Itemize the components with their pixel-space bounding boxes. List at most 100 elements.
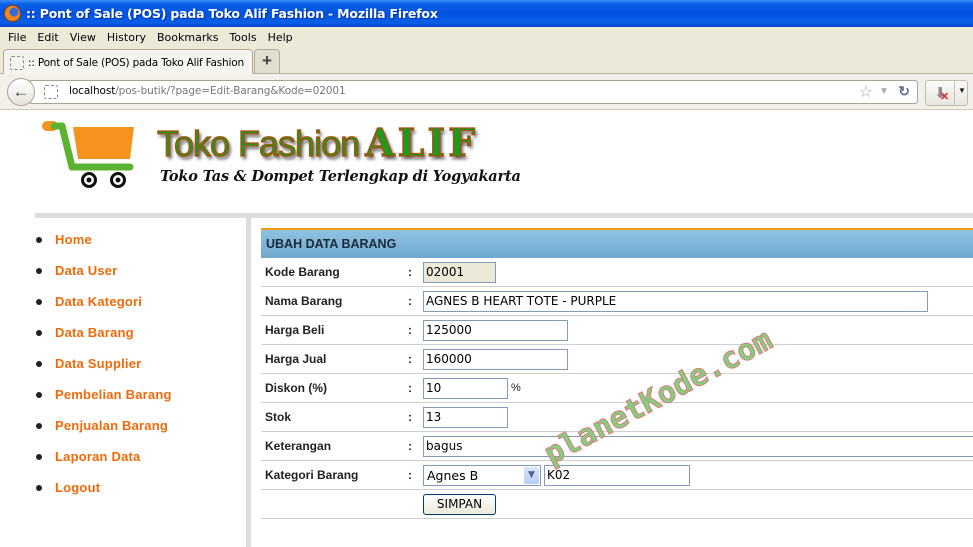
separator: : — [408, 265, 412, 279]
sidebar-link-logout[interactable]: Logout — [55, 480, 100, 495]
menu-edit[interactable]: Edit — [37, 31, 58, 44]
sidebar-link-data-kategori[interactable]: Data Kategori — [55, 294, 142, 309]
sidebar-item-home: Home — [35, 224, 245, 255]
form-row-stok: Stok : 13 — [261, 403, 973, 432]
kode-label: Kode Barang — [265, 265, 340, 279]
keterangan-label: Keterangan — [265, 439, 332, 453]
download-error-icon: ✕ — [940, 91, 950, 103]
harga-beli-field[interactable]: 125000 — [423, 319, 568, 341]
sidebar-item-data-barang: Data Barang — [35, 317, 245, 348]
separator: : — [408, 468, 412, 482]
menu-view[interactable]: View — [70, 31, 96, 44]
separator: : — [408, 323, 412, 337]
form-row-kode: Kode Barang : 02001 — [261, 258, 973, 287]
kode-field[interactable]: 02001 — [423, 261, 496, 283]
form-row-harga-jual: Harga Jual : 160000 — [261, 345, 973, 374]
brand-name: Toko Fashion — [156, 122, 360, 164]
sidebar-item-logout: Logout — [35, 472, 245, 503]
sidebar-link-pembelian-barang[interactable]: Pembelian Barang — [55, 387, 172, 402]
back-button[interactable]: ← — [7, 78, 35, 106]
bullet-icon — [36, 298, 42, 305]
sidebar-item-penjualan-barang: Penjualan Barang — [35, 410, 245, 441]
harga-beli-label: Harga Beli — [265, 323, 325, 337]
sidebar-item-laporan-data: Laporan Data — [35, 441, 245, 472]
form-row-harga-beli: Harga Beli : 125000 — [261, 316, 973, 345]
downloads-dropdown-icon[interactable]: ▼ — [958, 86, 966, 95]
downloads-button-divider — [954, 81, 955, 105]
form-title: UBAH DATA BARANG — [266, 237, 397, 251]
menu-tools[interactable]: Tools — [229, 31, 256, 44]
sidebar-link-penjualan-barang[interactable]: Penjualan Barang — [55, 418, 168, 433]
url-text[interactable]: localhost/pos-butik/?page=Edit-Barang&Ko… — [69, 85, 346, 97]
simpan-button[interactable]: SIMPAN — [423, 494, 496, 515]
new-tab-button[interactable]: + — [254, 49, 280, 73]
sidebar-nav: Home Data User Data Kategori Data Barang… — [35, 224, 245, 503]
site-identity-icon[interactable] — [44, 85, 58, 99]
chevron-down-icon[interactable]: ▼ — [524, 466, 539, 484]
kategori-label: Kategori Barang — [265, 468, 359, 482]
bullet-icon — [36, 267, 42, 274]
bullet-icon — [36, 391, 42, 398]
form-row-keterangan: Keterangan : bagus — [261, 432, 973, 461]
bookmark-star-icon[interactable]: ☆ — [859, 82, 873, 102]
separator: : — [408, 381, 412, 395]
kategori-code-field[interactable]: K02 — [544, 464, 690, 486]
bullet-icon — [36, 329, 42, 336]
tab-label: :: Pont of Sale (POS) pada Toko Alif Fas… — [28, 56, 244, 69]
diskon-label: Diskon (%) — [265, 381, 328, 395]
brand-logo-text: Toko Fashion ALIF — [156, 119, 479, 165]
edit-item-form: UBAH DATA BARANG Kode Barang : 02001 Nam… — [261, 228, 973, 519]
sidebar-item-data-user: Data User — [35, 255, 245, 286]
window-title-bar: :: Pont of Sale (POS) pada Toko Alif Fas… — [0, 0, 973, 27]
nama-label: Nama Barang — [265, 294, 343, 308]
sidebar-link-home[interactable]: Home — [55, 232, 92, 247]
sidebar-link-data-supplier[interactable]: Data Supplier — [55, 356, 141, 371]
menu-help[interactable]: Help — [268, 31, 293, 44]
brand-emphasis: ALIF — [365, 119, 479, 165]
reload-icon[interactable]: ↻ — [898, 83, 910, 100]
diskon-field[interactable]: 10 — [423, 377, 508, 399]
form-row-kategori: Kategori Barang : Agnes B ▼ K02 — [261, 461, 973, 490]
page-favicon-icon — [10, 55, 24, 70]
form-row-submit: SIMPAN — [261, 490, 973, 519]
menu-bookmarks[interactable]: Bookmarks — [157, 31, 218, 44]
stok-label: Stok — [265, 410, 292, 424]
menu-file[interactable]: File — [8, 31, 26, 44]
browser-tab-active[interactable]: :: Pont of Sale (POS) pada Toko Alif Fas… — [3, 49, 253, 75]
shopping-cart-logo-icon — [42, 121, 134, 188]
address-bar[interactable]: localhost/pos-butik/?page=Edit-Barang&Ko… — [30, 80, 918, 104]
bullet-icon — [36, 484, 42, 491]
percent-suffix: % — [511, 382, 521, 394]
history-dropdown-icon[interactable]: ▼ — [879, 86, 889, 97]
kategori-select[interactable]: Agnes B ▼ — [423, 464, 541, 486]
downloads-button[interactable]: ⬇ ✕ ▼ — [925, 80, 968, 106]
keterangan-field[interactable]: bagus — [423, 435, 973, 457]
nama-field[interactable]: AGNES B HEART TOTE - PURPLE — [423, 290, 928, 312]
form-row-nama: Nama Barang : AGNES B HEART TOTE - PURPL… — [261, 287, 973, 316]
sidebar-item-data-supplier: Data Supplier — [35, 348, 245, 379]
kategori-selected-value: Agnes B — [427, 467, 479, 483]
menu-history[interactable]: History — [107, 31, 146, 44]
separator: : — [408, 439, 412, 453]
window-title: :: Pont of Sale (POS) pada Toko Alif Fas… — [26, 6, 438, 21]
sidebar-link-data-barang[interactable]: Data Barang — [55, 325, 134, 340]
brand-tagline: Toko Tas & Dompet Terlengkap di Yogyakar… — [160, 168, 521, 185]
sidebar-link-data-user[interactable]: Data User — [55, 263, 118, 278]
sidebar-link-laporan-data[interactable]: Laporan Data — [55, 449, 140, 464]
sidebar-item-pembelian-barang: Pembelian Barang — [35, 379, 245, 410]
separator: : — [408, 352, 412, 366]
separator: : — [408, 410, 412, 424]
tab-strip: :: Pont of Sale (POS) pada Toko Alif Fas… — [0, 47, 973, 75]
header-divider — [35, 213, 973, 218]
harga-jual-field[interactable]: 160000 — [423, 348, 568, 370]
sidebar-divider — [246, 218, 251, 547]
harga-jual-label: Harga Jual — [265, 352, 327, 366]
separator: : — [408, 294, 412, 308]
url-host: localhost — [69, 85, 116, 97]
bullet-icon — [36, 360, 42, 367]
url-path: /pos-butik/?page=Edit-Barang&Kode=02001 — [115, 85, 346, 97]
bullet-icon — [36, 422, 42, 429]
back-arrow-icon: ← — [12, 82, 30, 101]
bullet-icon — [36, 236, 42, 243]
stok-field[interactable]: 13 — [423, 406, 508, 428]
